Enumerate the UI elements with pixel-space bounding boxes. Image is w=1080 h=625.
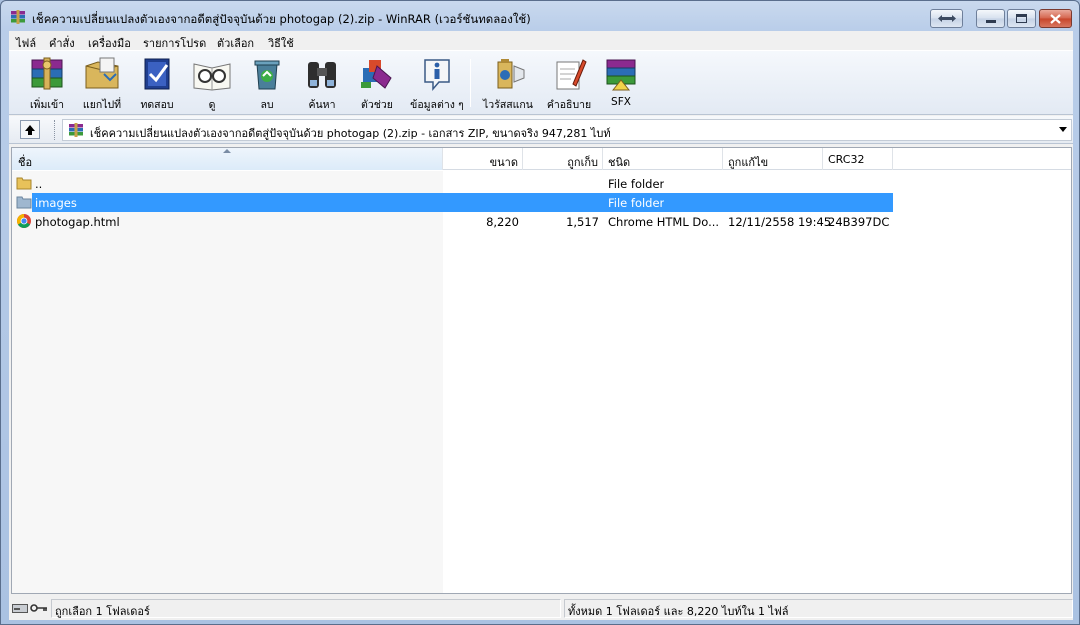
column-name[interactable]: ชื่อ <box>12 148 443 170</box>
client-area: ไฟล์ คำสั่ง เครื่องมือ รายการโปรด ตัวเลื… <box>9 31 1073 620</box>
status-total-text: ทั้งหมด 1 โฟลเดอร์ และ 8,220 ไบท์ใน 1 ไฟ… <box>568 605 789 618</box>
file-crc: 24B397DC <box>828 215 890 229</box>
info-button-label: ข้อมูลต่าง ๆ <box>410 99 464 111</box>
test-button-label: ทดสอบ <box>140 99 174 111</box>
key-icon <box>30 604 47 612</box>
find-button-label: ค้นหา <box>308 99 336 111</box>
minimize-icon <box>985 19 996 23</box>
menu-bar: ไฟล์ คำสั่ง เครื่องมือ รายการโปรด ตัวเลื… <box>9 31 1073 50</box>
file-modified: 12/11/2558 19:45 <box>728 215 832 229</box>
virus-scan-icon <box>497 59 525 89</box>
comment-button[interactable]: คำอธิบาย <box>540 54 598 114</box>
toolbar: เพิ่มเข้า แยกไปที่ ทดสอบ ดู ลบ ค้นหา ตัว… <box>9 50 1073 115</box>
folder-icon <box>16 196 32 209</box>
selection-highlight <box>32 193 893 212</box>
column-crc-label: CRC32 <box>828 153 865 166</box>
column-modified[interactable]: ถูกแก้ไข <box>723 148 823 170</box>
winrar-window: เช็คความเปลี่ยนแปลงตัวเองจากอดีตสู่ปัจจุ… <box>0 0 1080 625</box>
maximize-icon <box>1016 14 1027 23</box>
column-size[interactable]: ขนาด <box>443 148 523 170</box>
test-button[interactable]: ทดสอบ <box>128 54 186 114</box>
column-size-label: ขนาด <box>489 156 518 169</box>
virus-scan-button[interactable]: ไวรัสสแกน <box>478 54 538 114</box>
column-crc[interactable]: CRC32 <box>823 148 893 170</box>
find-icon <box>308 62 336 88</box>
sfx-icon <box>606 59 636 91</box>
wizard-icon <box>361 60 392 89</box>
file-name: images <box>35 196 77 210</box>
wizard-button-label: ตัวช่วย <box>361 99 393 111</box>
status-selected-text: ถูกเลือก 1 โฟลเดอร์ <box>55 605 150 618</box>
double-arrow-icon <box>937 15 956 22</box>
close-button[interactable] <box>1039 9 1072 28</box>
address-text: เช็คความเปลี่ยนแปลงตัวเองจากอดีตสู่ปัจจุ… <box>90 127 611 140</box>
column-type-label: ชนิด <box>608 156 631 169</box>
address-bar: เช็คความเปลี่ยนแปลงตัวเองจากอดีตสู่ปัจจุ… <box>9 116 1073 144</box>
wizard-button[interactable]: ตัวช่วย <box>348 54 406 114</box>
add-button-label: เพิ่มเข้า <box>29 99 65 111</box>
delete-button[interactable]: ลบ <box>238 54 296 114</box>
sfx-button-label: SFX <box>611 96 631 108</box>
info-button[interactable]: ข้อมูลต่าง ๆ <box>407 54 467 114</box>
toolbar-grip[interactable] <box>54 120 57 140</box>
folder-icon <box>16 177 32 190</box>
column-name-label: ชื่อ <box>18 156 33 169</box>
test-icon <box>144 58 170 90</box>
column-packed-label: ถูกเก็บ <box>567 156 598 169</box>
up-arrow-icon <box>25 124 35 135</box>
comment-icon <box>556 59 587 90</box>
address-dropdown[interactable]: เช็คความเปลี่ยนแปลงตัวเองจากอดีตสู่ปัจจุ… <box>62 119 1072 141</box>
title-bar[interactable]: เช็คความเปลี่ยนแปลงตัวเองจากอดีตสู่ปัจจุ… <box>1 1 1079 31</box>
file-type: File folder <box>608 196 665 210</box>
view-icon <box>193 63 231 91</box>
find-button[interactable]: ค้นหา <box>293 54 351 114</box>
toolbar-separator <box>470 59 471 107</box>
file-list[interactable]: ชื่อ ขนาด ถูกเก็บ ชนิด ถูกแก้ไข CRC32 ..… <box>11 147 1072 594</box>
column-type[interactable]: ชนิด <box>603 148 723 170</box>
file-name: photogap.html <box>35 215 120 229</box>
column-packed[interactable]: ถูกเก็บ <box>523 148 603 170</box>
sort-ascending-icon <box>223 149 231 153</box>
view-button[interactable]: ดู <box>183 54 241 114</box>
minimize-button[interactable] <box>976 9 1005 28</box>
file-type: File folder <box>608 177 665 191</box>
file-row[interactable]: .. File folder <box>12 174 1071 193</box>
extract-icon <box>85 57 119 89</box>
column-modified-label: ถูกแก้ไข <box>728 156 769 169</box>
maximize-button[interactable] <box>1007 9 1036 28</box>
up-folder-button[interactable] <box>20 120 40 139</box>
file-type: Chrome HTML Do... <box>608 215 720 229</box>
info-icon <box>424 59 450 92</box>
file-size: 8,220 <box>486 215 519 229</box>
chrome-icon <box>17 214 31 228</box>
file-row[interactable]: photogap.html 8,220 1,517 Chrome HTML Do… <box>12 212 1071 231</box>
sfx-button[interactable]: SFX <box>592 54 650 114</box>
chevron-down-icon[interactable] <box>1059 127 1067 132</box>
winrar-app-icon <box>11 10 25 24</box>
add-archive-icon <box>31 57 63 90</box>
close-icon <box>1050 13 1061 24</box>
comment-button-label: คำอธิบาย <box>546 99 592 111</box>
status-bar: ถูกเลือก 1 โฟลเดอร์ ทั้งหมด 1 โฟลเดอร์ แ… <box>9 597 1073 620</box>
delete-button-label: ลบ <box>260 99 274 111</box>
restore-size-button[interactable] <box>930 9 963 28</box>
name-column-shade <box>12 171 443 593</box>
virus-scan-button-label: ไวรัสสแกน <box>483 99 533 111</box>
column-header: ชื่อ ขนาด ถูกเก็บ ชนิด ถูกแก้ไข CRC32 <box>12 148 1071 170</box>
extract-to-button[interactable]: แยกไปที่ <box>73 54 131 114</box>
file-packed: 1,517 <box>566 215 599 229</box>
archive-icon <box>69 123 83 137</box>
view-button-label: ดู <box>208 99 216 111</box>
window-title: เช็คความเปลี่ยนแปลงตัวเองจากอดีตสู่ปัจจุ… <box>32 12 531 26</box>
file-row-selected[interactable]: images File folder <box>12 193 1071 212</box>
file-name: .. <box>35 177 43 191</box>
delete-icon <box>254 60 280 90</box>
add-button[interactable]: เพิ่มเข้า <box>18 54 76 114</box>
drive-icon <box>12 604 28 613</box>
extract-to-button-label: แยกไปที่ <box>82 99 122 111</box>
